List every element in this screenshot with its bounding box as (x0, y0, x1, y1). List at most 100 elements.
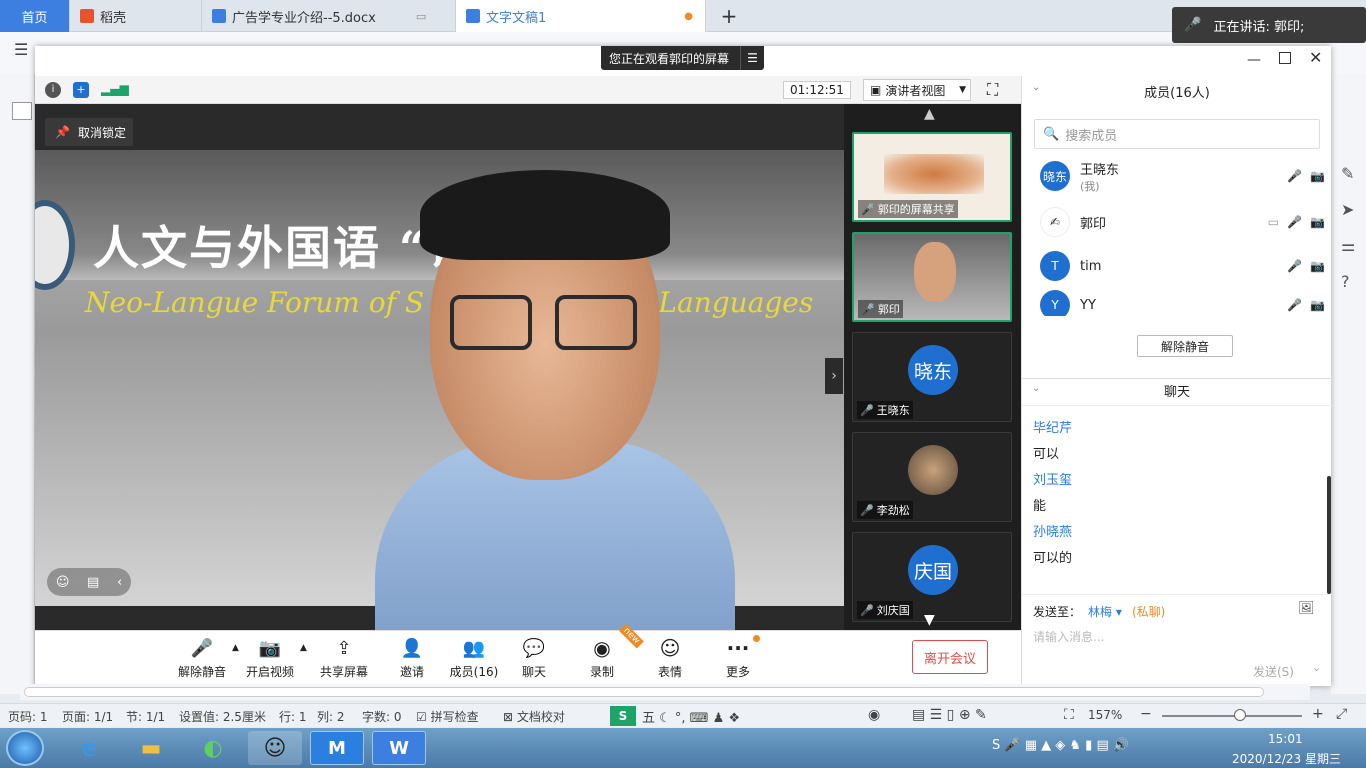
clock-date[interactable]: 2020/12/23 星期三 (1232, 750, 1341, 767)
clock-time[interactable]: 15:01 (1268, 732, 1303, 746)
member-row[interactable]: 晓东 王晓东 (我) 🎤 📷 (1040, 156, 1325, 196)
thumb-screen-share[interactable]: 🎤 郭印的屏幕共享 (852, 132, 1012, 222)
thumb-liuqingguo[interactable]: 庆国 🎤 刘庆国 (852, 532, 1012, 622)
mic-muted-icon[interactable]: 🎤 (1287, 259, 1302, 273)
start-video-button[interactable]: 📷 开启视频 (235, 637, 305, 680)
view-icons[interactable]: ▤ ☰ ▯ ⊕ ✎ (912, 707, 987, 723)
zoom-slider[interactable] (1162, 715, 1302, 717)
scroll-down-icon[interactable]: ▼ (924, 612, 935, 628)
invite-button[interactable]: 👤 邀请 (377, 637, 447, 680)
main-video[interactable]: 人文与外国语 “论语”讲 Neo-Langue Forum of S d For… (35, 104, 844, 630)
scroll-thumb[interactable] (24, 687, 1264, 697)
video-frame: 人文与外国语 “论语”讲 Neo-Langue Forum of S d For… (35, 150, 844, 630)
security-shield-icon[interactable]: + (73, 82, 89, 98)
camera-icon[interactable]: 📷 (1310, 215, 1325, 229)
sliders-icon[interactable]: ⚌ (1341, 236, 1355, 255)
watching-text: 您正在观看郭印的屏幕 (609, 51, 730, 66)
member-row[interactable]: T tim 🎤 📷 (1040, 246, 1325, 286)
mic-muted-icon: 🎤 (860, 503, 874, 517)
new-tab-button[interactable]: + (706, 0, 752, 32)
zoom-out-button[interactable]: − (1140, 706, 1152, 722)
collapse-thumbs-button[interactable]: › (825, 358, 843, 394)
browser-icon[interactable]: ◐ (186, 731, 240, 765)
tab-doc-guanggao[interactable]: 广告学专业介绍--5.docx ▭ (202, 0, 456, 32)
chevron-left-icon[interactable]: ‹ (117, 575, 122, 590)
meeting-app-icon[interactable]: M (310, 731, 364, 765)
start-button[interactable] (6, 730, 44, 766)
unpin-button[interactable]: 📌 取消锁定 (45, 118, 133, 146)
spell-check[interactable]: ☑ 拼写检查 (416, 708, 479, 725)
member-search-input[interactable]: 🔍 搜索成员 (1034, 119, 1320, 149)
minimize-button[interactable]: — (1247, 52, 1261, 68)
send-to-label: 发送至： (1033, 605, 1082, 619)
eye-icon[interactable]: ◉ (868, 707, 880, 723)
send-button[interactable]: 发送(S) (1253, 663, 1294, 680)
zoom-level[interactable]: 157% (1088, 708, 1122, 722)
image-icon[interactable]: 🖼 (1298, 601, 1315, 616)
tab-daoke[interactable]: 稻壳 (70, 0, 202, 32)
chat-button[interactable]: 💬 聊天 (499, 637, 569, 680)
cursor-icon[interactable]: ➤ (1341, 200, 1354, 219)
private-label: (私聊) (1132, 605, 1166, 619)
fit-icon[interactable]: ⛶ (1064, 707, 1074, 723)
scroll-up-icon[interactable]: ▲ (924, 106, 935, 122)
menu-icon[interactable]: ☰ (14, 40, 28, 59)
mic-muted-icon[interactable]: 🎤 (1287, 298, 1302, 312)
record-button[interactable]: ◉ 录制 (567, 636, 637, 680)
tab-label: 稻壳 (100, 10, 127, 26)
collapse-chat-icon[interactable]: ⌄ (1032, 383, 1040, 394)
member-row[interactable]: Y YY 🎤 📷 (1040, 290, 1325, 316)
share-screen-button[interactable]: ⇪ 共享屏幕 (309, 637, 379, 680)
chat-scrollbar[interactable] (1327, 476, 1331, 594)
maximize-button[interactable] (1279, 52, 1291, 64)
leave-meeting-button[interactable]: 离开会议 (912, 640, 988, 674)
thumb-guoyin[interactable]: 🎤 郭印 (852, 232, 1012, 322)
reaction-bar[interactable]: ☺ ▤ ‹ (47, 568, 131, 596)
signal-icon[interactable]: ▂▄▆ (101, 82, 129, 96)
view-mode-dropdown[interactable]: ▣ 演讲者视图 ▼ (863, 79, 971, 101)
system-tray-icons[interactable]: S 🎤 ▦ ▲ ◈ ♞ ▮ ▤ 🔊 (992, 738, 1129, 753)
camera-off-icon[interactable]: 📷 (1310, 298, 1325, 312)
close-button[interactable]: ✕ (1309, 48, 1322, 67)
info-icon[interactable]: i (45, 82, 61, 98)
mic-muted-icon: 🎤 (190, 637, 214, 659)
fullscreen-icon[interactable]: ⤢ (1336, 706, 1347, 722)
ie-icon[interactable]: e (62, 731, 116, 765)
daoke-icon (80, 9, 94, 23)
doc-proof[interactable]: ⊠ 文档校对 (503, 708, 565, 725)
tab-doc-wenzi[interactable]: 文字文稿1 ● (456, 0, 706, 32)
wps-writer-icon[interactable]: W (372, 731, 426, 765)
horizontal-scrollbar[interactable] (20, 684, 1310, 700)
word-count[interactable]: 字数: 0 (362, 708, 402, 725)
member-row[interactable]: ✍ 郭印 ▭ 🎤 📷 (1040, 202, 1325, 242)
unmute-button[interactable]: 🎤 解除静音 (167, 637, 237, 680)
chat-input[interactable]: 请输入消息... (1033, 628, 1104, 645)
recipient-dropdown[interactable]: 林梅 ▾ (1088, 603, 1122, 620)
help-icon[interactable]: ? (1341, 272, 1350, 291)
ime-icon[interactable]: S (610, 706, 636, 726)
comment-icon[interactable]: ▤ (87, 575, 99, 590)
avatar-app-icon[interactable]: ☺ (248, 731, 302, 765)
pen-icon[interactable]: ✎ (1341, 164, 1354, 183)
chat-message: 能 (1033, 499, 1047, 514)
fullscreen-icon[interactable]: ⛶ (987, 80, 998, 100)
chevron-up-icon[interactable]: ▲ (300, 643, 307, 653)
ime-toolbar[interactable]: 五 ☾ °, ⌨ ♟ ❖ (642, 707, 740, 726)
list-icon[interactable]: ☰ (740, 46, 764, 70)
thumb-lijinsong[interactable]: 🎤 李劲松 (852, 432, 1012, 522)
folder-icon[interactable]: ▬ (124, 731, 178, 765)
add-user-icon: 👤 (400, 637, 424, 659)
more-button[interactable]: ··· 更多 (703, 636, 773, 680)
emoji-button[interactable]: ☺ 表情 (635, 636, 705, 680)
tab-home[interactable]: 首页 (0, 0, 70, 32)
emoji-icon[interactable]: ☺ (56, 575, 70, 590)
camera-off-icon[interactable]: 📷 (1310, 259, 1325, 273)
mic-on-icon[interactable]: 🎤 (1287, 215, 1302, 229)
chevron-down-icon[interactable]: ⌄ (1312, 661, 1321, 674)
camera-off-icon[interactable]: 📷 (1310, 169, 1325, 183)
mic-muted-icon[interactable]: 🎤 (1287, 169, 1302, 183)
thumb-wangxiaodong[interactable]: 晓东 🎤 王晓东 (852, 332, 1012, 422)
unmute-all-button[interactable]: 解除静音 (1137, 335, 1233, 357)
zoom-slider-thumb[interactable] (1234, 709, 1246, 721)
zoom-in-button[interactable]: + (1312, 706, 1324, 722)
